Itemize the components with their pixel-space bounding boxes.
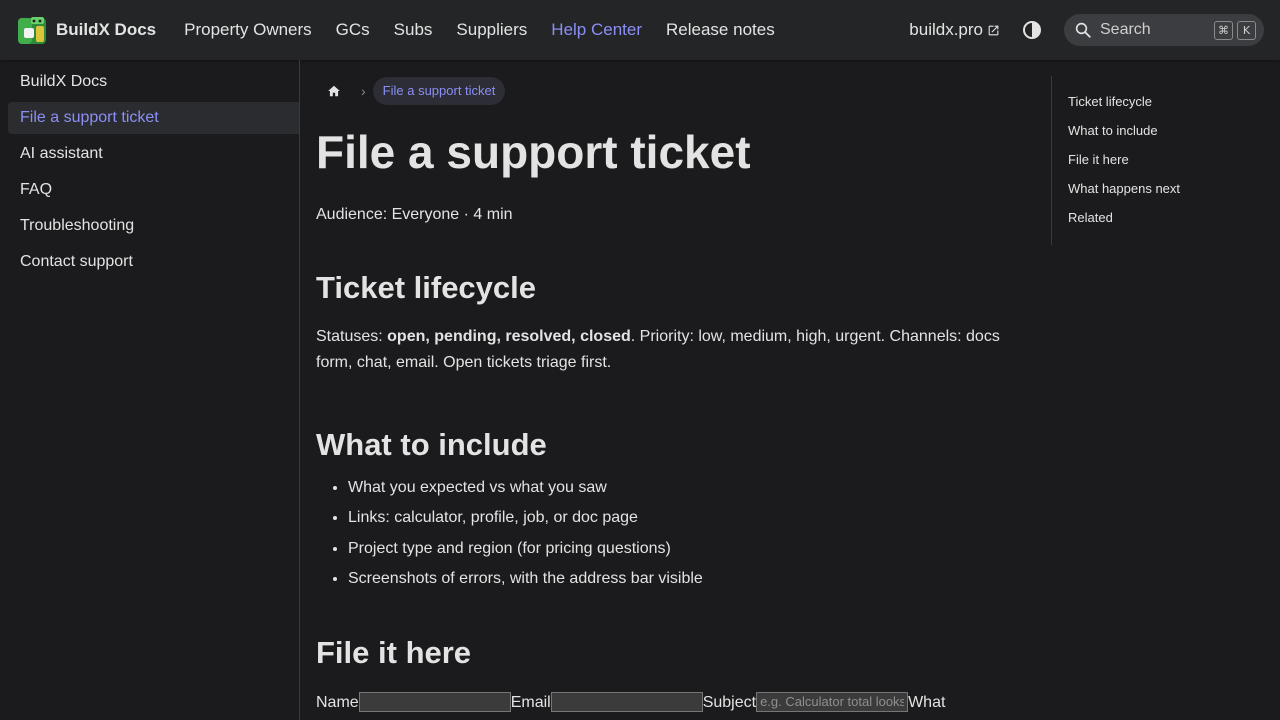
home-icon xyxy=(328,85,340,97)
sidebar-item-ai-assistant[interactable]: AI assistant xyxy=(8,138,299,170)
nav-link-subs[interactable]: Subs xyxy=(382,20,445,40)
name-field[interactable] xyxy=(358,691,511,712)
ticket-form: Name Email Subject What xyxy=(316,691,1036,712)
email-field[interactable] xyxy=(550,691,703,712)
nav-link-release-notes[interactable]: Release notes xyxy=(654,20,787,40)
email-label: Email xyxy=(510,693,551,711)
heading-ticket-lifecycle: Ticket lifecycle xyxy=(316,269,537,305)
brand-title: BuildX Docs xyxy=(56,20,157,39)
subject-field[interactable] xyxy=(756,691,909,712)
nav-links: Property Owners GCs Subs Suppliers Help … xyxy=(172,20,787,40)
heading-file-it-here: File it here xyxy=(316,635,472,671)
list-item: Screenshots of errors, with the address … xyxy=(348,566,1036,592)
lifecycle-statuses: open, pending, resolved, closed xyxy=(387,327,631,345)
list-item: Links: calculator, profile, job, or doc … xyxy=(348,505,1036,531)
heading-what-to-include: What to include xyxy=(316,426,547,462)
toc-item-file-it-here[interactable]: File it here xyxy=(1068,151,1251,180)
toc-item-related[interactable]: Related xyxy=(1068,209,1251,238)
toc-item-ticket-lifecycle[interactable]: Ticket lifecycle xyxy=(1068,93,1251,122)
page-meta: Audience: Everyone · 4 min xyxy=(316,205,513,223)
dinosaur-logo-icon xyxy=(18,17,46,44)
breadcrumb-current: File a support ticket xyxy=(372,77,506,105)
include-list: What you expected vs what you saw Links:… xyxy=(316,475,1036,593)
toc-item-what-to-include[interactable]: What to include xyxy=(1068,122,1251,151)
list-item: Project type and region (for pricing que… xyxy=(348,536,1036,562)
sidebar-item-faq[interactable]: FAQ xyxy=(8,174,299,206)
brand-link[interactable]: BuildX Docs xyxy=(16,14,156,46)
breadcrumb-home-link[interactable] xyxy=(316,77,352,105)
sidebar-item-contact-support[interactable]: Contact support xyxy=(8,246,299,278)
lifecycle-text-before: Statuses: xyxy=(316,327,388,345)
nav-link-property-owners[interactable]: Property Owners xyxy=(172,20,324,40)
lifecycle-paragraph: Statuses: open, pending, resolved, close… xyxy=(316,324,1036,376)
top-navbar: BuildX Docs Property Owners GCs Subs Sup… xyxy=(0,0,1280,60)
page-title: File a support ticket xyxy=(316,126,751,178)
search-box[interactable]: ⌘ K xyxy=(1064,14,1264,46)
search-input[interactable] xyxy=(1100,21,1210,39)
sidebar: BuildX Docs File a support ticket AI ass… xyxy=(0,60,300,720)
kbd-k-key: K xyxy=(1237,20,1256,40)
navbar-right: buildx.pro ⌘ K xyxy=(909,0,1264,60)
sidebar-item-troubleshooting[interactable]: Troubleshooting xyxy=(8,210,299,242)
what-label: What xyxy=(908,693,946,711)
external-link-icon xyxy=(988,25,999,35)
nav-link-gcs[interactable]: GCs xyxy=(324,20,382,40)
search-icon xyxy=(1075,22,1091,38)
nav-link-help-center[interactable]: Help Center xyxy=(539,20,654,40)
external-site-label: buildx.pro xyxy=(909,20,983,39)
list-item: What you expected vs what you saw xyxy=(348,475,1036,501)
main-content: › File a support ticket File a support t… xyxy=(316,60,1036,712)
external-site-link[interactable]: buildx.pro xyxy=(909,20,1000,40)
sidebar-item-buildx-docs[interactable]: BuildX Docs xyxy=(8,66,299,98)
subject-label: Subject xyxy=(702,693,757,711)
kbd-cmd-key: ⌘ xyxy=(1214,20,1233,40)
table-of-contents: Ticket lifecycle What to include File it… xyxy=(1051,76,1251,245)
theme-toggle-icon[interactable] xyxy=(1020,18,1044,42)
name-label: Name xyxy=(316,693,359,711)
chevron-right-icon: › xyxy=(361,83,366,99)
breadcrumb: › File a support ticket xyxy=(316,77,1036,105)
nav-link-suppliers[interactable]: Suppliers xyxy=(444,20,539,40)
toc-item-what-happens-next[interactable]: What happens next xyxy=(1068,180,1251,209)
sidebar-item-file-support-ticket[interactable]: File a support ticket xyxy=(8,102,299,134)
